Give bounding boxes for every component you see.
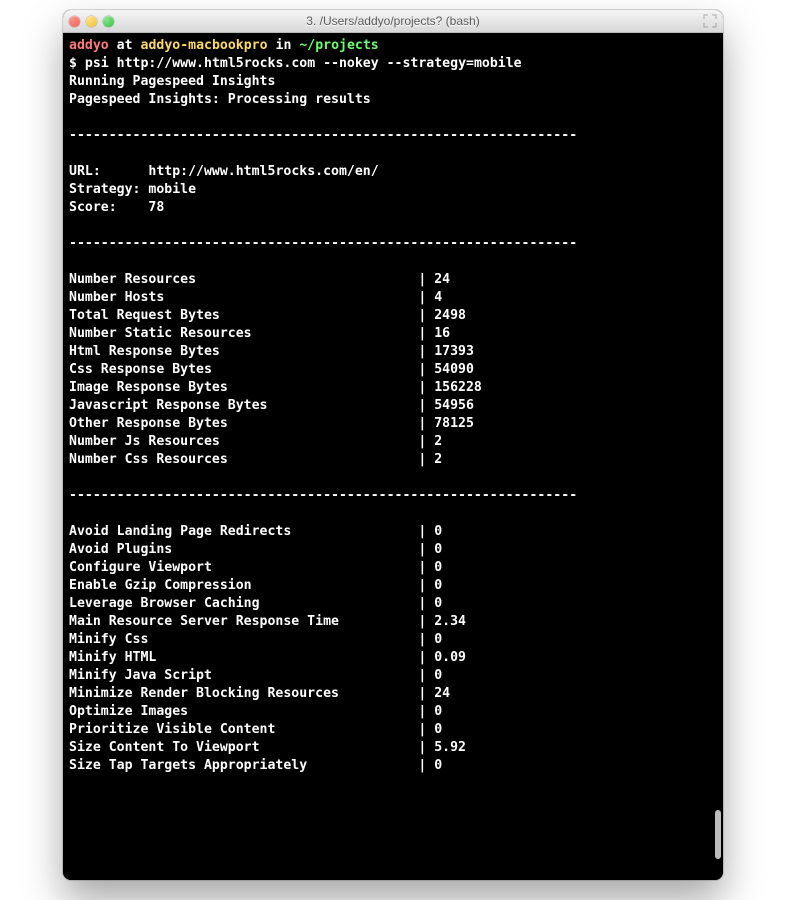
summary-strategy: Strategy: mobile: [69, 181, 717, 199]
prompt-user: addyo: [69, 38, 109, 53]
divider: ----------------------------------------…: [69, 127, 717, 145]
window-controls: [69, 16, 114, 27]
scrollbar[interactable]: [715, 61, 721, 875]
table-row: Html Response Bytes | 17393: [69, 343, 717, 361]
table-row: Number Css Resources | 2: [69, 451, 717, 469]
command-line: $ psi http://www.html5rocks.com --nokey …: [69, 55, 717, 73]
table-row: Minify Css | 0: [69, 631, 717, 649]
table-row: Prioritize Visible Content | 0: [69, 721, 717, 739]
table-row: Number Hosts | 4: [69, 289, 717, 307]
table-row: Size Tap Targets Appropriately | 0: [69, 757, 717, 775]
command-text: psi http://www.html5rocks.com --nokey --…: [85, 56, 522, 71]
table-row: Image Response Bytes | 156228: [69, 379, 717, 397]
fullscreen-icon[interactable]: [703, 14, 717, 28]
zoom-icon[interactable]: [103, 16, 114, 27]
table-row: Minify HTML | 0.09: [69, 649, 717, 667]
table-row: Number Resources | 24: [69, 271, 717, 289]
window-title: 3. /Users/addyo/projects? (bash): [63, 14, 723, 28]
table-row: Avoid Landing Page Redirects | 0: [69, 523, 717, 541]
divider: ----------------------------------------…: [69, 235, 717, 253]
stats-table: Number Resources | 24Number Hosts | 4Tot…: [69, 271, 717, 469]
close-icon[interactable]: [69, 16, 80, 27]
prompt-symbol: $: [69, 56, 77, 71]
prompt-at: at: [117, 38, 133, 53]
table-row: Configure Viewport | 0: [69, 559, 717, 577]
status-processing: Pagespeed Insights: Processing results: [69, 91, 717, 109]
divider: ----------------------------------------…: [69, 487, 717, 505]
table-row: Main Resource Server Response Time | 2.3…: [69, 613, 717, 631]
minimize-icon[interactable]: [86, 16, 97, 27]
table-row: Minify Java Script | 0: [69, 667, 717, 685]
table-row: Avoid Plugins | 0: [69, 541, 717, 559]
prompt-line: addyo at addyo-macbookpro in ~/projects: [69, 37, 717, 55]
table-row: Number Js Resources | 2: [69, 433, 717, 451]
table-row: Optimize Images | 0: [69, 703, 717, 721]
terminal-content[interactable]: addyo at addyo-macbookpro in ~/projects …: [63, 33, 723, 880]
table-row: Size Content To Viewport | 5.92: [69, 739, 717, 757]
table-row: Enable Gzip Compression | 0: [69, 577, 717, 595]
table-row: Other Response Bytes | 78125: [69, 415, 717, 433]
prompt-path: ~/projects: [299, 38, 378, 53]
status-running: Running Pagespeed Insights: [69, 73, 717, 91]
table-row: Total Request Bytes | 2498: [69, 307, 717, 325]
summary-score: Score: 78: [69, 199, 717, 217]
rules-table: Avoid Landing Page Redirects | 0Avoid Pl…: [69, 523, 717, 775]
table-row: Css Response Bytes | 54090: [69, 361, 717, 379]
table-row: Leverage Browser Caching | 0: [69, 595, 717, 613]
prompt-in: in: [276, 38, 292, 53]
table-row: Number Static Resources | 16: [69, 325, 717, 343]
table-row: Minimize Render Blocking Resources | 24: [69, 685, 717, 703]
window-titlebar: 3. /Users/addyo/projects? (bash): [63, 10, 723, 33]
scrollbar-thumb[interactable]: [715, 810, 721, 859]
summary-url: URL: http://www.html5rocks.com/en/: [69, 163, 717, 181]
terminal-window: 3. /Users/addyo/projects? (bash) addyo a…: [63, 10, 723, 880]
table-row: Javascript Response Bytes | 54956: [69, 397, 717, 415]
prompt-host: addyo-macbookpro: [141, 38, 268, 53]
